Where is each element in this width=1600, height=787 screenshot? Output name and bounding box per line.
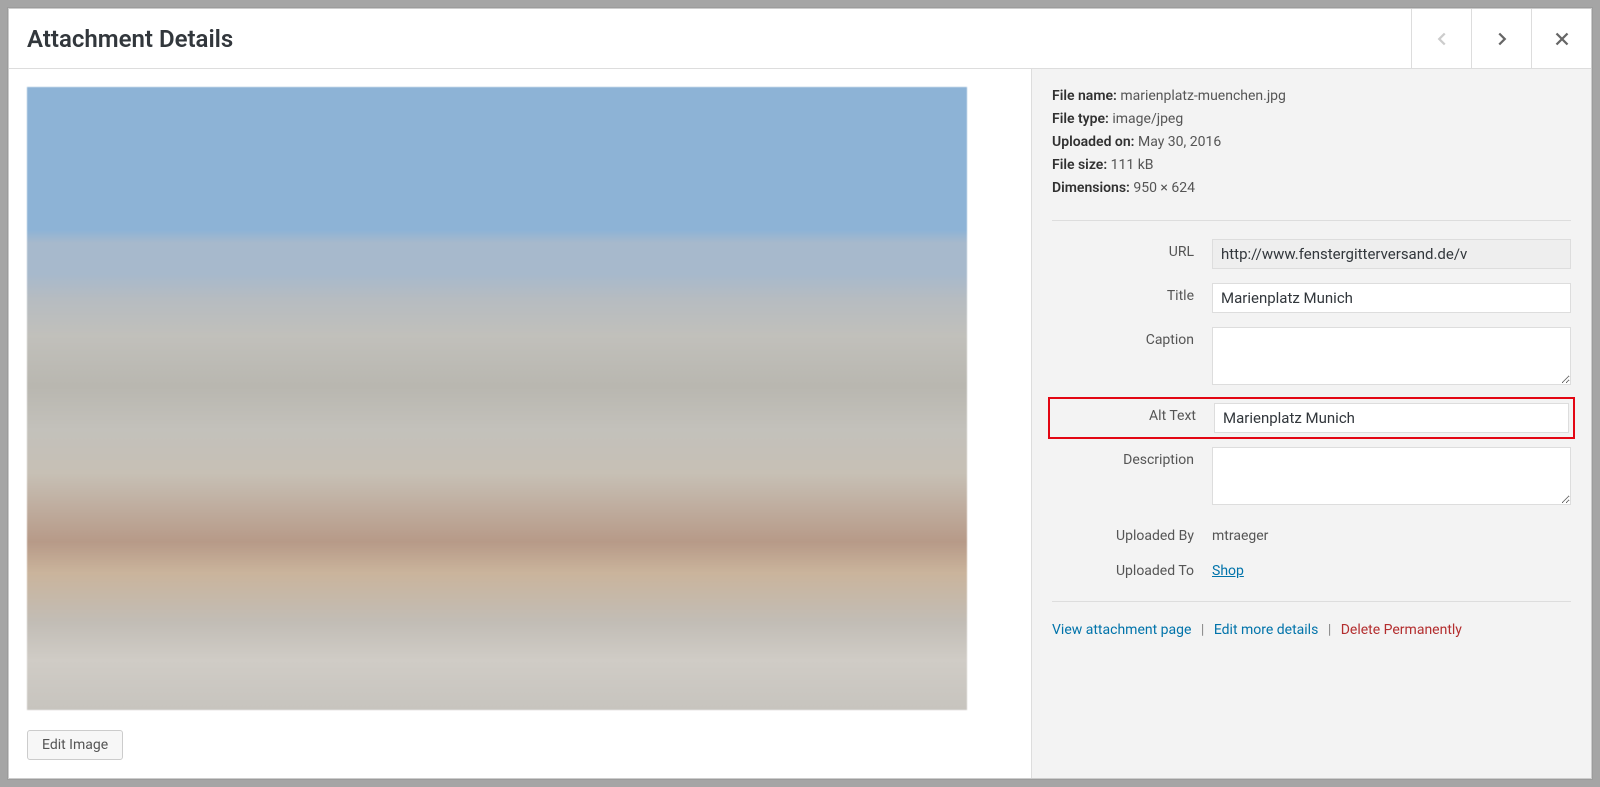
meta-filetype-label: File type:	[1052, 111, 1109, 127]
separator: |	[1328, 622, 1331, 638]
url-label: URL	[1052, 239, 1212, 260]
uploaded-by-row: Uploaded By mtraeger	[1052, 523, 1571, 544]
alt-text-row: Alt Text	[1052, 401, 1571, 435]
actions-row: View attachment page | Edit more details…	[1052, 601, 1571, 638]
caption-row: Caption	[1052, 327, 1571, 389]
description-label: Description	[1052, 447, 1212, 468]
preview-pane: Edit Image	[9, 69, 1031, 778]
description-textarea[interactable]	[1212, 447, 1571, 505]
uploaded-to-link[interactable]: Shop	[1212, 563, 1244, 579]
file-meta-block: File name: marienplatz-muenchen.jpg File…	[1052, 85, 1571, 221]
edit-image-button[interactable]: Edit Image	[27, 730, 123, 760]
meta-dimensions-label: Dimensions:	[1052, 180, 1130, 196]
close-button[interactable]	[1531, 9, 1591, 69]
next-button[interactable]	[1471, 9, 1531, 69]
nav-button-group	[1411, 9, 1591, 68]
meta-uploadedon-label: Uploaded on:	[1052, 134, 1134, 150]
caption-label: Caption	[1052, 327, 1212, 348]
chevron-right-icon	[1491, 28, 1513, 50]
details-pane: File name: marienplatz-muenchen.jpg File…	[1031, 69, 1591, 778]
meta-filesize-value: 111 kB	[1111, 157, 1154, 173]
meta-filename-label: File name:	[1052, 88, 1117, 104]
description-row: Description	[1052, 447, 1571, 509]
uploaded-by-label: Uploaded By	[1052, 523, 1212, 544]
uploaded-by-value: mtraeger	[1212, 523, 1268, 544]
title-row: Title	[1052, 283, 1571, 313]
meta-uploadedon-value: May 30, 2016	[1138, 134, 1221, 150]
title-input[interactable]	[1212, 283, 1571, 313]
meta-filesize-label: File size:	[1052, 157, 1107, 173]
url-input[interactable]	[1212, 239, 1571, 269]
close-icon	[1551, 28, 1573, 50]
modal-title: Attachment Details	[27, 25, 1411, 53]
meta-filename-value: marienplatz-muenchen.jpg	[1120, 88, 1286, 104]
separator: |	[1201, 622, 1204, 638]
prev-button[interactable]	[1411, 9, 1471, 69]
title-label: Title	[1052, 283, 1212, 304]
modal-body: Edit Image File name: marienplatz-muench…	[9, 69, 1591, 778]
alt-text-label: Alt Text	[1054, 403, 1214, 424]
meta-dimensions-value: 950 × 624	[1133, 180, 1195, 196]
view-attachment-link[interactable]: View attachment page	[1052, 622, 1191, 638]
attachment-details-modal: Attachment Details Edit Image File name:…	[8, 8, 1592, 779]
uploaded-to-row: Uploaded To Shop	[1052, 558, 1571, 579]
delete-permanently-link[interactable]: Delete Permanently	[1341, 622, 1462, 638]
edit-more-details-link[interactable]: Edit more details	[1214, 622, 1319, 638]
caption-textarea[interactable]	[1212, 327, 1571, 385]
attachment-preview-image	[27, 87, 967, 710]
alt-text-input[interactable]	[1214, 403, 1569, 433]
chevron-left-icon	[1431, 28, 1453, 50]
meta-filetype-value: image/jpeg	[1112, 111, 1183, 127]
url-row: URL	[1052, 239, 1571, 269]
uploaded-to-label: Uploaded To	[1052, 558, 1212, 579]
modal-header: Attachment Details	[9, 9, 1591, 69]
